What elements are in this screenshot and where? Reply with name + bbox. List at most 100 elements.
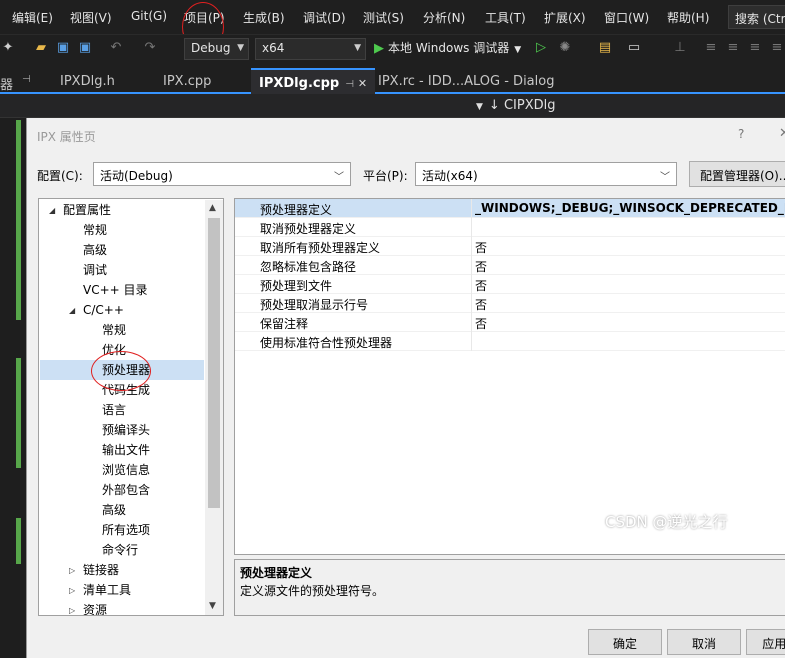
pin-icon[interactable]: ⊣ — [22, 74, 31, 85]
save-icon[interactable]: ▣ — [55, 40, 71, 56]
config-select[interactable]: 活动(Debug) ﹀ — [93, 162, 351, 186]
solution-config-select[interactable]: Debug ▼ — [184, 38, 249, 60]
tree-item[interactable]: 调试 — [83, 260, 107, 280]
tree-item[interactable]: 输出文件 — [102, 440, 150, 460]
tree-item[interactable]: 语言 — [102, 400, 126, 420]
align-center-icon[interactable]: ≡ — [725, 40, 741, 56]
property-pages-dialog: IPX 属性页 ? ✕ 配置(C): 活动(Debug) ﹀ 平台(P): 活动… — [26, 118, 785, 658]
down-arrow-icon: ↓ — [488, 98, 504, 113]
tree-item[interactable]: 预编译头 — [102, 420, 150, 440]
help-button[interactable]: ? — [738, 127, 744, 141]
close-icon[interactable]: ✕ — [779, 126, 785, 141]
menu-tools[interactable]: 工具(T) — [485, 9, 526, 26]
collapse-icon[interactable]: ◢ — [69, 306, 75, 315]
save-all-icon[interactable]: ▣ — [77, 40, 93, 56]
search-input[interactable]: 搜索 (Ctrl — [728, 5, 785, 29]
column-divider — [471, 199, 472, 218]
menu-git[interactable]: Git(G) — [131, 9, 167, 23]
tree-item[interactable]: 配置属性 — [63, 200, 111, 220]
menu-build[interactable]: 生成(B) — [243, 9, 285, 26]
tree-item[interactable]: 所有选项 — [102, 520, 150, 540]
expand-icon[interactable]: ▷ — [69, 566, 75, 575]
property-value[interactable]: 否 — [475, 277, 487, 294]
property-value[interactable]: 否 — [475, 315, 487, 332]
config-label: 配置(C): — [37, 169, 83, 183]
tree-item[interactable]: 资源 — [83, 600, 107, 615]
property-value[interactable]: _WINDOWS;_DEBUG;_WINSOCK_DEPRECATED_NO_W — [475, 201, 785, 215]
undo-icon[interactable]: ↶ — [108, 40, 124, 56]
align-left-icon[interactable]: ≡ — [703, 40, 719, 56]
pin-icon[interactable]: ⊣ — [345, 79, 354, 90]
property-row[interactable]: 使用标准符合性预处理器 — [235, 332, 785, 351]
tree-item[interactable]: 高级 — [102, 500, 126, 520]
menu-extensions[interactable]: 扩展(X) — [544, 9, 586, 26]
collapse-icon[interactable]: ◢ — [49, 206, 55, 215]
tree-item[interactable]: 常规 — [102, 320, 126, 340]
expand-icon[interactable]: ▷ — [69, 606, 75, 615]
property-value[interactable]: 否 — [475, 239, 487, 256]
menu-window[interactable]: 窗口(W) — [604, 9, 649, 26]
distribute-icon[interactable]: ≡ — [769, 40, 785, 56]
tree-item[interactable]: 常规 — [83, 220, 107, 240]
menu-debug[interactable]: 调试(D) — [303, 9, 346, 26]
property-row[interactable]: 取消所有预处理器定义 否 — [235, 237, 785, 256]
tree-item[interactable]: 浏览信息 — [102, 460, 150, 480]
apply-button[interactable]: 应用(A) — [746, 629, 785, 655]
tree-item[interactable]: 链接器 — [83, 560, 119, 580]
menu-test[interactable]: 测试(S) — [363, 9, 404, 26]
hot-reload-icon[interactable]: ✺ — [557, 40, 573, 56]
property-row[interactable]: 预处理器定义 _WINDOWS;_DEBUG;_WINSOCK_DEPRECATE… — [235, 199, 785, 218]
scroll-down-icon[interactable]: ▼ — [209, 601, 216, 611]
tree-item[interactable]: 外部包含 — [102, 480, 150, 500]
tab-ipxdlg-cpp[interactable]: IPXDlg.cpp ⊣ ✕ — [251, 68, 376, 94]
property-row[interactable]: 忽略标准包含路径 否 — [235, 256, 785, 275]
tree-item[interactable]: 清单工具 — [83, 580, 131, 600]
start-debugging-button[interactable]: ▶ 本地 Windows 调试器 ▼ — [374, 39, 521, 56]
property-row[interactable]: 预处理到文件 否 — [235, 275, 785, 294]
property-row[interactable]: 保留注释 否 — [235, 313, 785, 332]
tab-ipx-cpp[interactable]: IPX.cpp — [163, 74, 211, 89]
tree-item[interactable]: 高级 — [83, 240, 107, 260]
platform-select[interactable]: 活动(x64) ﹀ — [415, 162, 677, 186]
expand-icon[interactable]: ▷ — [69, 586, 75, 595]
cancel-button[interactable]: 取消 — [667, 629, 741, 655]
config-manager-button[interactable]: 配置管理器(O)... — [689, 161, 785, 187]
tree-item[interactable]: C/C++ — [83, 300, 124, 320]
config-select-value: 活动(Debug) — [100, 169, 173, 183]
play-icon: ▶ — [374, 41, 384, 56]
menu-view[interactable]: 视图(V) — [70, 9, 112, 26]
menu-edit[interactable]: 编辑(E) — [12, 9, 53, 26]
menu-help[interactable]: 帮助(H) — [667, 9, 709, 26]
chevron-down-icon: ▼ — [354, 43, 361, 53]
scrollbar-thumb[interactable] — [208, 218, 220, 508]
tab-ipxdlg-h[interactable]: IPXDlg.h — [60, 74, 115, 89]
close-icon[interactable]: ✕ — [358, 77, 367, 90]
tab-fragment[interactable]: 器 — [0, 74, 13, 93]
chevron-down-icon: ▼ — [514, 45, 522, 55]
property-row[interactable]: 预处理取消显示行号 否 — [235, 294, 785, 313]
solution-explorer-icon[interactable]: ▤ — [597, 40, 613, 56]
window-layout-icon[interactable]: ▭ — [626, 40, 642, 56]
column-divider — [471, 294, 472, 313]
property-row[interactable]: 取消预处理器定义 — [235, 218, 785, 237]
tree-item[interactable]: 命令行 — [102, 540, 138, 560]
property-value[interactable]: 否 — [475, 296, 487, 313]
property-name: 预处理取消显示行号 — [260, 298, 369, 312]
ok-button[interactable]: 确定 — [588, 629, 662, 655]
new-item-icon[interactable]: ✦ — [0, 40, 16, 56]
start-without-debug-icon[interactable]: ▷ — [533, 40, 549, 56]
scroll-up-icon[interactable]: ▲ — [209, 203, 216, 213]
redo-icon[interactable]: ↷ — [142, 40, 158, 56]
open-folder-icon[interactable]: ▰ — [33, 40, 49, 56]
platform-select[interactable]: x64 ▼ — [255, 38, 366, 60]
tree-scrollbar[interactable]: ▲ ▼ — [205, 200, 223, 615]
property-name: 取消所有预处理器定义 — [260, 241, 381, 255]
property-name: 忽略标准包含路径 — [260, 260, 357, 274]
menu-analyze[interactable]: 分析(N) — [423, 9, 465, 26]
tab-ipx-rc-dialog[interactable]: IPX.rc - IDD...ALOG - Dialog — [378, 74, 554, 89]
tree-item[interactable]: VC++ 目录 — [83, 280, 148, 300]
property-value[interactable]: 否 — [475, 258, 487, 275]
class-navigation-select[interactable]: ▼ ↓ CIPXDlg — [476, 98, 555, 113]
align-right-icon[interactable]: ≡ — [747, 40, 763, 56]
breakpoint-icon[interactable]: ⊥ — [672, 40, 688, 56]
